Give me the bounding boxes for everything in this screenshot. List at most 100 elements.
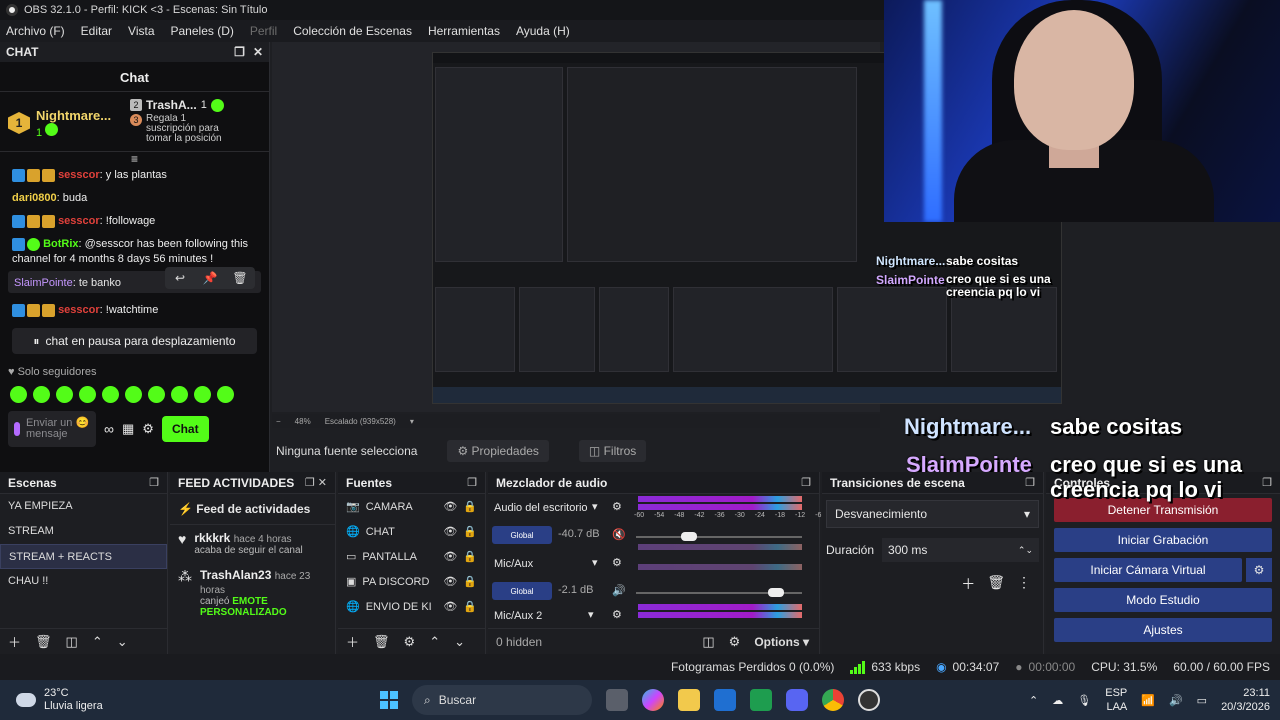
lock-icon[interactable]: 🔒	[463, 600, 477, 613]
volume-icon[interactable]: 🔊	[1169, 694, 1183, 707]
undock-icon[interactable]: ❐	[467, 476, 477, 489]
emotes-icon[interactable]: ∞	[104, 421, 114, 437]
settings-button[interactable]: Ajustes	[1054, 618, 1272, 642]
discord-icon[interactable]	[786, 689, 808, 711]
layout-icon[interactable]: ◫	[702, 634, 714, 650]
microphone-icon[interactable]: 🎙	[1077, 694, 1091, 707]
emote-icon[interactable]	[33, 386, 50, 403]
speaker-icon[interactable]: 🔊	[612, 584, 626, 597]
scene-item[interactable]: YA EMPIEZA	[0, 494, 167, 519]
more-vertical-icon[interactable]: ⋮	[1017, 574, 1031, 594]
start-recording-button[interactable]: Iniciar Grabación	[1054, 528, 1272, 552]
move-up-icon[interactable]: ⌃	[429, 634, 440, 650]
obs-icon[interactable]	[858, 689, 880, 711]
menu-coleccion-escenas[interactable]: Colección de Escenas	[293, 24, 412, 38]
leader-2-name[interactable]: TrashA...	[146, 98, 197, 112]
gear-icon[interactable]: ⚙	[404, 634, 416, 650]
copilot-icon[interactable]	[642, 689, 664, 711]
emote-icon[interactable]	[148, 386, 165, 403]
microphone-icon[interactable]	[14, 422, 20, 436]
weather-widget[interactable]: 23°C Lluvia ligera	[0, 687, 380, 713]
menu-vista[interactable]: Vista	[128, 24, 154, 38]
volume-knob[interactable]	[768, 588, 784, 597]
reply-icon[interactable]: ↩	[165, 267, 195, 289]
file-explorer-icon[interactable]	[678, 689, 700, 711]
move-down-icon[interactable]: ⌄	[117, 634, 128, 650]
clock[interactable]: 23:11 20/3/2026	[1221, 686, 1270, 714]
add-icon[interactable]: ＋	[961, 574, 975, 594]
emote-icon[interactable]	[10, 386, 27, 403]
undock-icon[interactable]: ❐	[149, 476, 159, 489]
track-settings-icon[interactable]: ⚙	[612, 500, 622, 513]
volume-slider[interactable]	[636, 588, 802, 597]
filters-icon[interactable]: ◫	[66, 634, 78, 650]
filters-button[interactable]: ◫ Filtros	[578, 440, 647, 462]
leader-1-name[interactable]: Nightmare...	[36, 108, 124, 123]
move-down-icon[interactable]: ⌄	[454, 634, 465, 650]
start-virtual-camera-button[interactable]: Iniciar Cámara Virtual	[1054, 558, 1242, 582]
chevron-down-icon[interactable]: ▾	[592, 500, 598, 513]
delete-icon[interactable]: 🗑	[987, 574, 1005, 594]
windows-start-icon[interactable]	[380, 691, 398, 709]
eye-icon[interactable]: 👁	[443, 575, 457, 588]
lock-icon[interactable]: 🔒	[463, 550, 477, 563]
taskbar-search[interactable]: ⌕ Buscar	[412, 685, 592, 715]
chat-paused-button[interactable]: ⏸ chat en pausa para desplazamiento	[12, 328, 257, 354]
feed-username[interactable]: TrashAlan23	[200, 568, 271, 582]
chat-message-hovered[interactable]: SlaimPointe: te banko ↩ 📌 🗑	[8, 267, 261, 293]
track-settings-icon[interactable]: ⚙	[612, 608, 622, 621]
menu-archivo[interactable]: Archivo (F)	[6, 24, 65, 38]
source-item[interactable]: ▣ PA DISCORD 👁 🔒	[338, 569, 485, 594]
add-icon[interactable]: ＋	[8, 632, 21, 651]
emote-icon[interactable]	[194, 386, 211, 403]
delete-icon[interactable]: 🗑	[225, 267, 255, 289]
duration-spinbox[interactable]: 300 ms ⌃⌄	[882, 538, 1039, 562]
advanced-audio-icon[interactable]: ⚙	[729, 634, 741, 650]
lock-icon[interactable]: 🔒	[463, 500, 477, 513]
menu-ayuda[interactable]: Ayuda (H)	[516, 24, 570, 38]
emote-icon[interactable]	[125, 386, 142, 403]
menu-editar[interactable]: Editar	[81, 24, 112, 38]
source-item[interactable]: 📷 CAMARA 👁 🔒	[338, 494, 485, 519]
wifi-icon[interactable]: 📶	[1141, 694, 1155, 707]
transition-select[interactable]: Desvanecimiento ▾	[826, 500, 1039, 528]
task-view-icon[interactable]	[606, 689, 628, 711]
close-icon[interactable]: ❐ ✕	[305, 476, 327, 489]
scene-item[interactable]: STREAM	[0, 519, 167, 544]
properties-button[interactable]: ⚙ Propiedades	[447, 440, 549, 462]
eye-icon[interactable]: 👁	[443, 500, 457, 513]
chat-username[interactable]: BotRix	[43, 238, 78, 250]
chevron-down-icon[interactable]: ▾	[592, 556, 598, 569]
chevron-up-icon[interactable]: ⌃	[1029, 694, 1038, 707]
undock-icon[interactable]: ❐	[1025, 476, 1035, 489]
lock-icon[interactable]: 🔒	[463, 575, 477, 588]
menu-perfil[interactable]: Perfil	[250, 24, 277, 38]
chat-username[interactable]: sesscor	[58, 215, 100, 227]
eye-icon[interactable]: 👁	[443, 550, 457, 563]
lock-icon[interactable]: 🔒	[463, 525, 477, 538]
battery-icon[interactable]: ▭	[1197, 694, 1207, 707]
add-icon[interactable]: ＋	[346, 632, 359, 651]
emote-icon[interactable]	[56, 386, 73, 403]
delete-icon[interactable]: 🗑	[373, 634, 390, 650]
menu-herramientas[interactable]: Herramientas	[428, 24, 500, 38]
studio-mode-button[interactable]: Modo Estudio	[1054, 588, 1272, 612]
source-item[interactable]: 🌐 ENVIO DE KI 👁 🔒	[338, 594, 485, 619]
scene-item[interactable]: CHAU !!	[0, 569, 167, 594]
send-chat-button[interactable]: Chat	[161, 416, 209, 442]
volume-slider[interactable]	[636, 532, 802, 541]
eye-icon[interactable]: 👁	[443, 600, 457, 613]
emote-icon[interactable]	[217, 386, 234, 403]
chrome-icon[interactable]	[822, 689, 844, 711]
source-item[interactable]: 🌐 CHAT 👁 🔒	[338, 519, 485, 544]
undock-icon[interactable]: ❐	[801, 476, 811, 489]
menu-paneles[interactable]: Paneles (D)	[171, 24, 234, 38]
zoom-minus-icon[interactable]: −	[276, 417, 281, 426]
delete-icon[interactable]: 🗑	[35, 634, 52, 650]
chat-username[interactable]: sesscor	[58, 304, 100, 316]
emote-icon[interactable]	[79, 386, 96, 403]
excel-icon[interactable]	[750, 689, 772, 711]
feed-username[interactable]: rkkkrk	[194, 531, 230, 545]
close-icon[interactable]: ✕	[253, 45, 263, 59]
onedrive-icon[interactable]: ☁	[1052, 694, 1063, 707]
